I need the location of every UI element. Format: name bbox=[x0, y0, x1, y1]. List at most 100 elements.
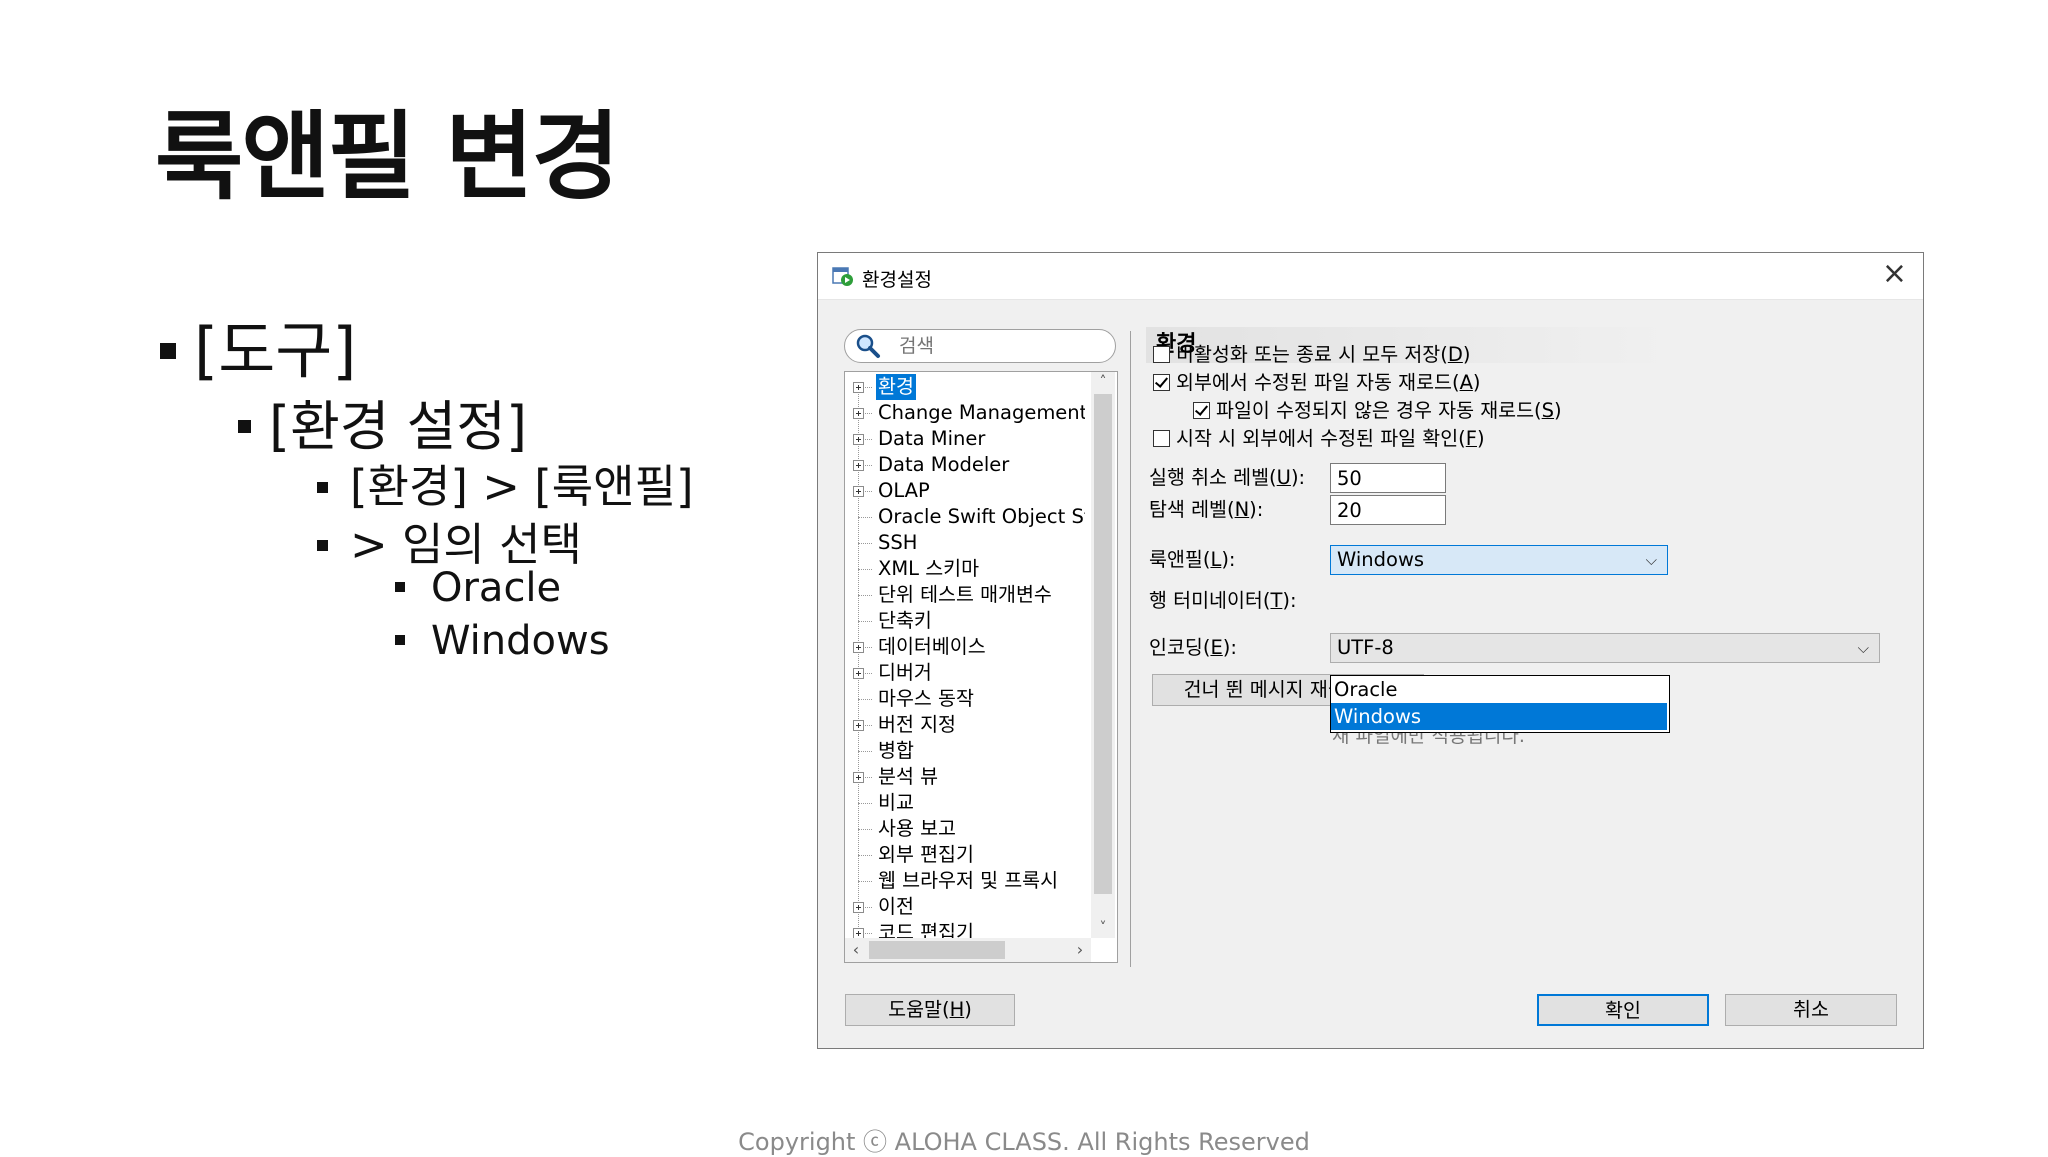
tree-item[interactable]: 디버거 bbox=[845, 660, 1085, 686]
option-oracle[interactable]: Oracle bbox=[1331, 676, 1667, 703]
scroll-thumb[interactable] bbox=[1094, 394, 1112, 894]
checkbox-icon[interactable] bbox=[1153, 345, 1170, 363]
expand-plus-icon[interactable] bbox=[853, 720, 864, 731]
tree-item-label: Data Modeler bbox=[878, 453, 1010, 476]
tree-item[interactable]: 비교 bbox=[845, 790, 1085, 816]
bullet-marker bbox=[238, 419, 251, 433]
expand-plus-icon[interactable] bbox=[853, 902, 864, 913]
checkbox-checked-icon[interactable] bbox=[1193, 401, 1210, 419]
tree-item[interactable]: 사용 보고 bbox=[845, 816, 1085, 842]
bullet-choose: > 임의 선택 bbox=[317, 508, 582, 573]
tree-item-label: 분석 뷰 bbox=[878, 765, 939, 788]
tree-connector bbox=[858, 595, 872, 596]
tree-item-label: 병합 bbox=[878, 739, 914, 762]
expand-plus-icon[interactable] bbox=[853, 434, 864, 445]
look-and-feel-dropdown[interactable]: Oracle Windows bbox=[1330, 675, 1670, 733]
tree-item-label: 디버거 bbox=[878, 661, 932, 684]
expand-plus-icon[interactable] bbox=[853, 642, 864, 653]
tree-item[interactable]: 병합 bbox=[845, 738, 1085, 764]
tree-item[interactable]: Oracle Swift Object Storage bbox=[845, 504, 1085, 530]
tree-item-label: Oracle Swift Object Storage bbox=[878, 505, 1085, 528]
bullet-oracle: Oracle bbox=[395, 565, 561, 611]
tree-item-label: 마우스 동작 bbox=[878, 687, 974, 710]
scroll-up-arrow-icon[interactable]: ˄ bbox=[1091, 372, 1115, 392]
tree-item[interactable]: Data Miner bbox=[845, 426, 1085, 452]
expand-plus-icon[interactable] bbox=[853, 382, 864, 393]
tree-item[interactable]: 데이터베이스 bbox=[845, 634, 1085, 660]
checkbox-checked-icon[interactable] bbox=[1153, 373, 1170, 391]
undo-level-label: 실행 취소 레벨(U): bbox=[1149, 466, 1306, 489]
bullet-marker bbox=[317, 481, 328, 493]
tree-item-label: 단축키 bbox=[878, 609, 932, 632]
tree-item-label: 데이터베이스 bbox=[878, 635, 986, 658]
expand-plus-icon[interactable] bbox=[853, 668, 864, 679]
scroll-thumb[interactable] bbox=[869, 941, 1005, 959]
tree-item[interactable]: XML 스키마 bbox=[845, 556, 1085, 582]
tree-item[interactable]: Data Modeler bbox=[845, 452, 1085, 478]
help-button[interactable]: 도움말(H) bbox=[845, 994, 1015, 1026]
tree-connector bbox=[858, 803, 872, 804]
chevron-down-icon[interactable]: ⌵ bbox=[1858, 634, 1869, 662]
tree-connector bbox=[858, 543, 872, 544]
nav-level-label: 탐색 레벨(N): bbox=[1149, 498, 1264, 521]
check-startup-verify[interactable]: 시작 시 외부에서 수정된 파일 확인(F) bbox=[1153, 427, 1485, 451]
tree-item[interactable]: 단위 테스트 매개변수 bbox=[845, 582, 1085, 608]
bullet-text: [환경] > [룩앤필] bbox=[350, 460, 694, 513]
expand-plus-icon[interactable] bbox=[853, 486, 864, 497]
tree-item[interactable]: 환경 bbox=[845, 374, 1085, 400]
check-auto-reload[interactable]: 외부에서 수정된 파일 자동 재로드(A) bbox=[1153, 371, 1481, 395]
tree-item[interactable]: 단축키 bbox=[845, 608, 1085, 634]
tree-item[interactable]: 분석 뷰 bbox=[845, 764, 1085, 790]
sqldeveloper-app-icon bbox=[832, 267, 853, 286]
search-input[interactable] bbox=[897, 334, 1111, 358]
dialog-titlebar[interactable]: 환경설정 × bbox=[818, 253, 1923, 300]
nav-level-input[interactable]: 20 bbox=[1330, 495, 1446, 525]
bullet-tools: [도구] bbox=[160, 300, 356, 390]
scroll-down-arrow-icon[interactable]: ˅ bbox=[1091, 918, 1115, 938]
tree-horizontal-scrollbar[interactable]: ‹ › bbox=[845, 938, 1091, 962]
bullet-marker bbox=[160, 342, 176, 359]
tree-item[interactable]: SSH bbox=[845, 530, 1085, 556]
tree-item[interactable]: Change Management Par bbox=[845, 400, 1085, 426]
checkbox-icon[interactable] bbox=[1153, 429, 1170, 447]
encoding-label: 인코딩(E): bbox=[1149, 636, 1237, 659]
search-box[interactable] bbox=[844, 329, 1116, 363]
bullet-text: [환경 설정] bbox=[269, 395, 528, 458]
tree-connector bbox=[858, 699, 872, 700]
tree-connector bbox=[858, 517, 872, 518]
encoding-select[interactable]: UTF-8 ⌵ bbox=[1330, 633, 1880, 663]
cancel-button[interactable]: 취소 bbox=[1725, 994, 1897, 1026]
scroll-left-arrow-icon[interactable]: ‹ bbox=[845, 938, 867, 962]
tree-item-label: Data Miner bbox=[878, 427, 986, 450]
bullet-text: Oracle bbox=[431, 565, 562, 611]
tree-item[interactable]: 이전 bbox=[845, 894, 1085, 920]
tree-item[interactable]: OLAP bbox=[845, 478, 1085, 504]
expand-plus-icon[interactable] bbox=[853, 772, 864, 783]
chevron-down-icon[interactable]: ⌵ bbox=[1646, 546, 1657, 574]
undo-level-input[interactable]: 50 bbox=[1330, 463, 1446, 493]
tree-item-label: XML 스키마 bbox=[878, 557, 980, 580]
tree-item[interactable]: 마우스 동작 bbox=[845, 686, 1085, 712]
tree-item-label: 버전 지정 bbox=[878, 713, 956, 736]
tree-connector bbox=[858, 751, 872, 752]
look-and-feel-label: 룩앤필(L): bbox=[1149, 548, 1236, 571]
dialog-title: 환경설정 bbox=[862, 269, 932, 291]
bullet-marker bbox=[317, 539, 328, 551]
preferences-tree: 환경Change Management Par Data Miner Data Mo… bbox=[844, 371, 1118, 963]
look-and-feel-select[interactable]: Windows ⌵ bbox=[1330, 545, 1668, 575]
close-icon[interactable]: × bbox=[1882, 259, 1907, 289]
expand-plus-icon[interactable] bbox=[853, 408, 864, 419]
tree-vertical-scrollbar[interactable]: ˄ ˅ bbox=[1091, 372, 1115, 938]
search-icon bbox=[856, 334, 880, 358]
check-save-on-deactivate[interactable]: 비활성화 또는 종료 시 모두 저장(D) bbox=[1153, 343, 1470, 367]
check-auto-reload-unmodified[interactable]: 파일이 수정되지 않은 경우 자동 재로드(S) bbox=[1193, 399, 1562, 423]
ok-button[interactable]: 확인 bbox=[1537, 994, 1709, 1026]
scroll-right-arrow-icon[interactable]: › bbox=[1069, 938, 1091, 962]
expand-plus-icon[interactable] bbox=[853, 460, 864, 471]
panel-divider bbox=[1130, 331, 1131, 967]
tree-item[interactable]: 외부 편집기 bbox=[845, 842, 1085, 868]
slide-title: 룩앤필 변경 bbox=[155, 101, 620, 213]
option-windows[interactable]: Windows bbox=[1331, 703, 1667, 730]
tree-item[interactable]: 웹 브라우저 및 프록시 bbox=[845, 868, 1085, 894]
tree-item[interactable]: 버전 지정 bbox=[845, 712, 1085, 738]
